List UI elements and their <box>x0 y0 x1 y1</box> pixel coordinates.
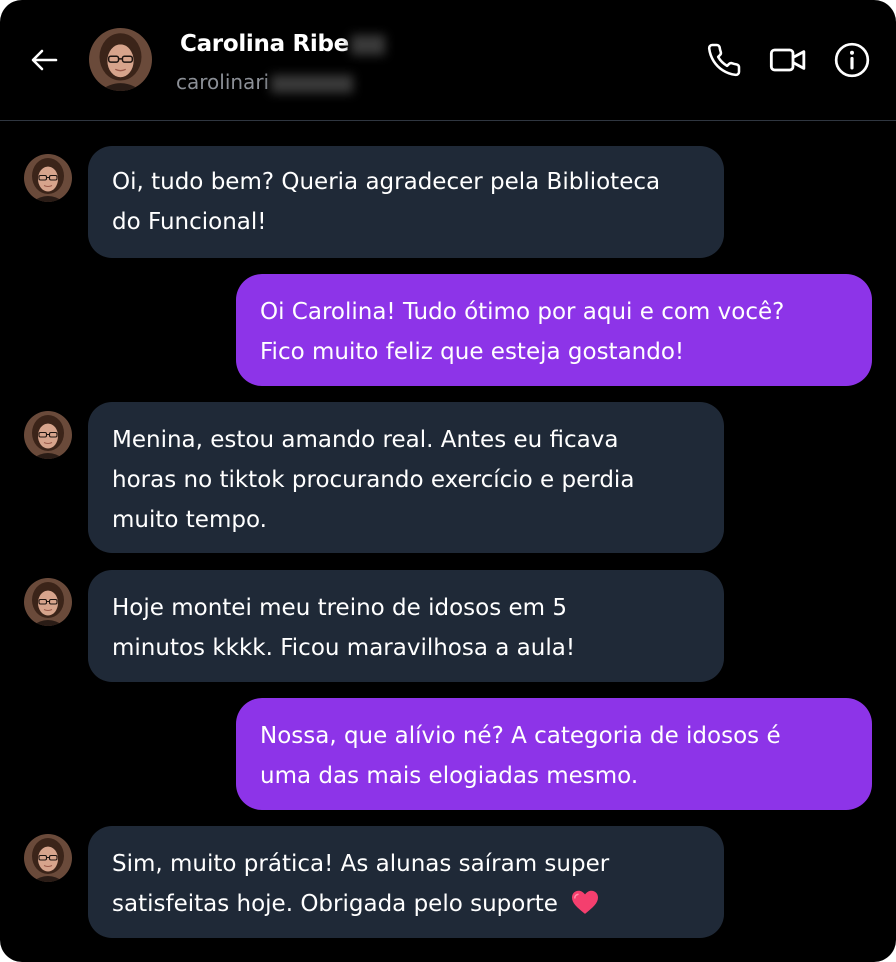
outgoing-message[interactable]: Oi Carolina! Tudo ótimo por aqui e com v… <box>236 274 872 386</box>
message-avatar[interactable] <box>24 411 72 459</box>
call-button[interactable] <box>704 40 744 80</box>
message-line: muito tempo. <box>112 507 267 533</box>
video-call-button[interactable] <box>768 40 808 80</box>
redaction-blur <box>271 74 354 93</box>
message-avatar[interactable] <box>24 154 72 202</box>
incoming-message[interactable]: Menina, estou amando real. Antes eu fica… <box>88 402 724 553</box>
outgoing-message[interactable]: Nossa, que alívio né? A categoria de ido… <box>236 698 872 810</box>
incoming-message[interactable]: Sim, muito prática! As alunas saíram sup… <box>88 826 724 938</box>
chat-window: Carolina Ribe carolinari Oi, tudo bem? Q… <box>0 0 896 962</box>
contact-name[interactable]: Carolina Ribe <box>180 31 385 57</box>
message-avatar[interactable] <box>24 834 72 882</box>
message-line: satisfeitas hoje. Obrigada pelo suporte <box>112 884 700 924</box>
message-line: horas no tiktok procurando exercício e p… <box>112 467 635 493</box>
heart-emoji-icon <box>571 890 598 914</box>
chat-header: Carolina Ribe carolinari <box>0 0 896 121</box>
message-avatar[interactable] <box>24 578 72 626</box>
contact-username-text: carolinari <box>176 70 270 94</box>
info-icon <box>834 42 870 78</box>
message-line: Oi Carolina! Tudo ótimo por aqui e com v… <box>260 299 785 325</box>
contact-username: carolinari <box>176 70 354 94</box>
message-line: minutos kkkk. Ficou maravilhosa a aula! <box>112 635 576 661</box>
message-line: uma das mais elogiadas mesmo. <box>260 763 639 789</box>
contact-avatar[interactable] <box>89 28 152 91</box>
phone-icon <box>707 43 741 77</box>
message-line: Sim, muito prática! As alunas saíram sup… <box>112 851 610 877</box>
redaction-blur <box>350 34 385 55</box>
message-line: Menina, estou amando real. Antes eu fica… <box>112 427 619 453</box>
message-line: Fico muito feliz que esteja gostando! <box>260 339 685 365</box>
video-camera-icon <box>769 48 806 72</box>
back-button[interactable] <box>24 40 64 80</box>
message-line-text: satisfeitas hoje. Obrigada pelo suporte <box>112 891 558 917</box>
back-arrow-icon <box>31 49 58 71</box>
info-button[interactable] <box>832 40 872 80</box>
message-line: do Funcional! <box>112 209 267 235</box>
contact-name-text: Carolina Ribe <box>180 31 349 57</box>
message-line: Hoje montei meu treino de idosos em 5 <box>112 595 568 621</box>
incoming-message[interactable]: Hoje montei meu treino de idosos em 5 mi… <box>88 570 724 682</box>
message-line: Nossa, que alívio né? A categoria de ido… <box>260 723 781 749</box>
message-line: Oi, tudo bem? Queria agradecer pela Bibl… <box>112 169 661 195</box>
incoming-message[interactable]: Oi, tudo bem? Queria agradecer pela Bibl… <box>88 146 724 258</box>
